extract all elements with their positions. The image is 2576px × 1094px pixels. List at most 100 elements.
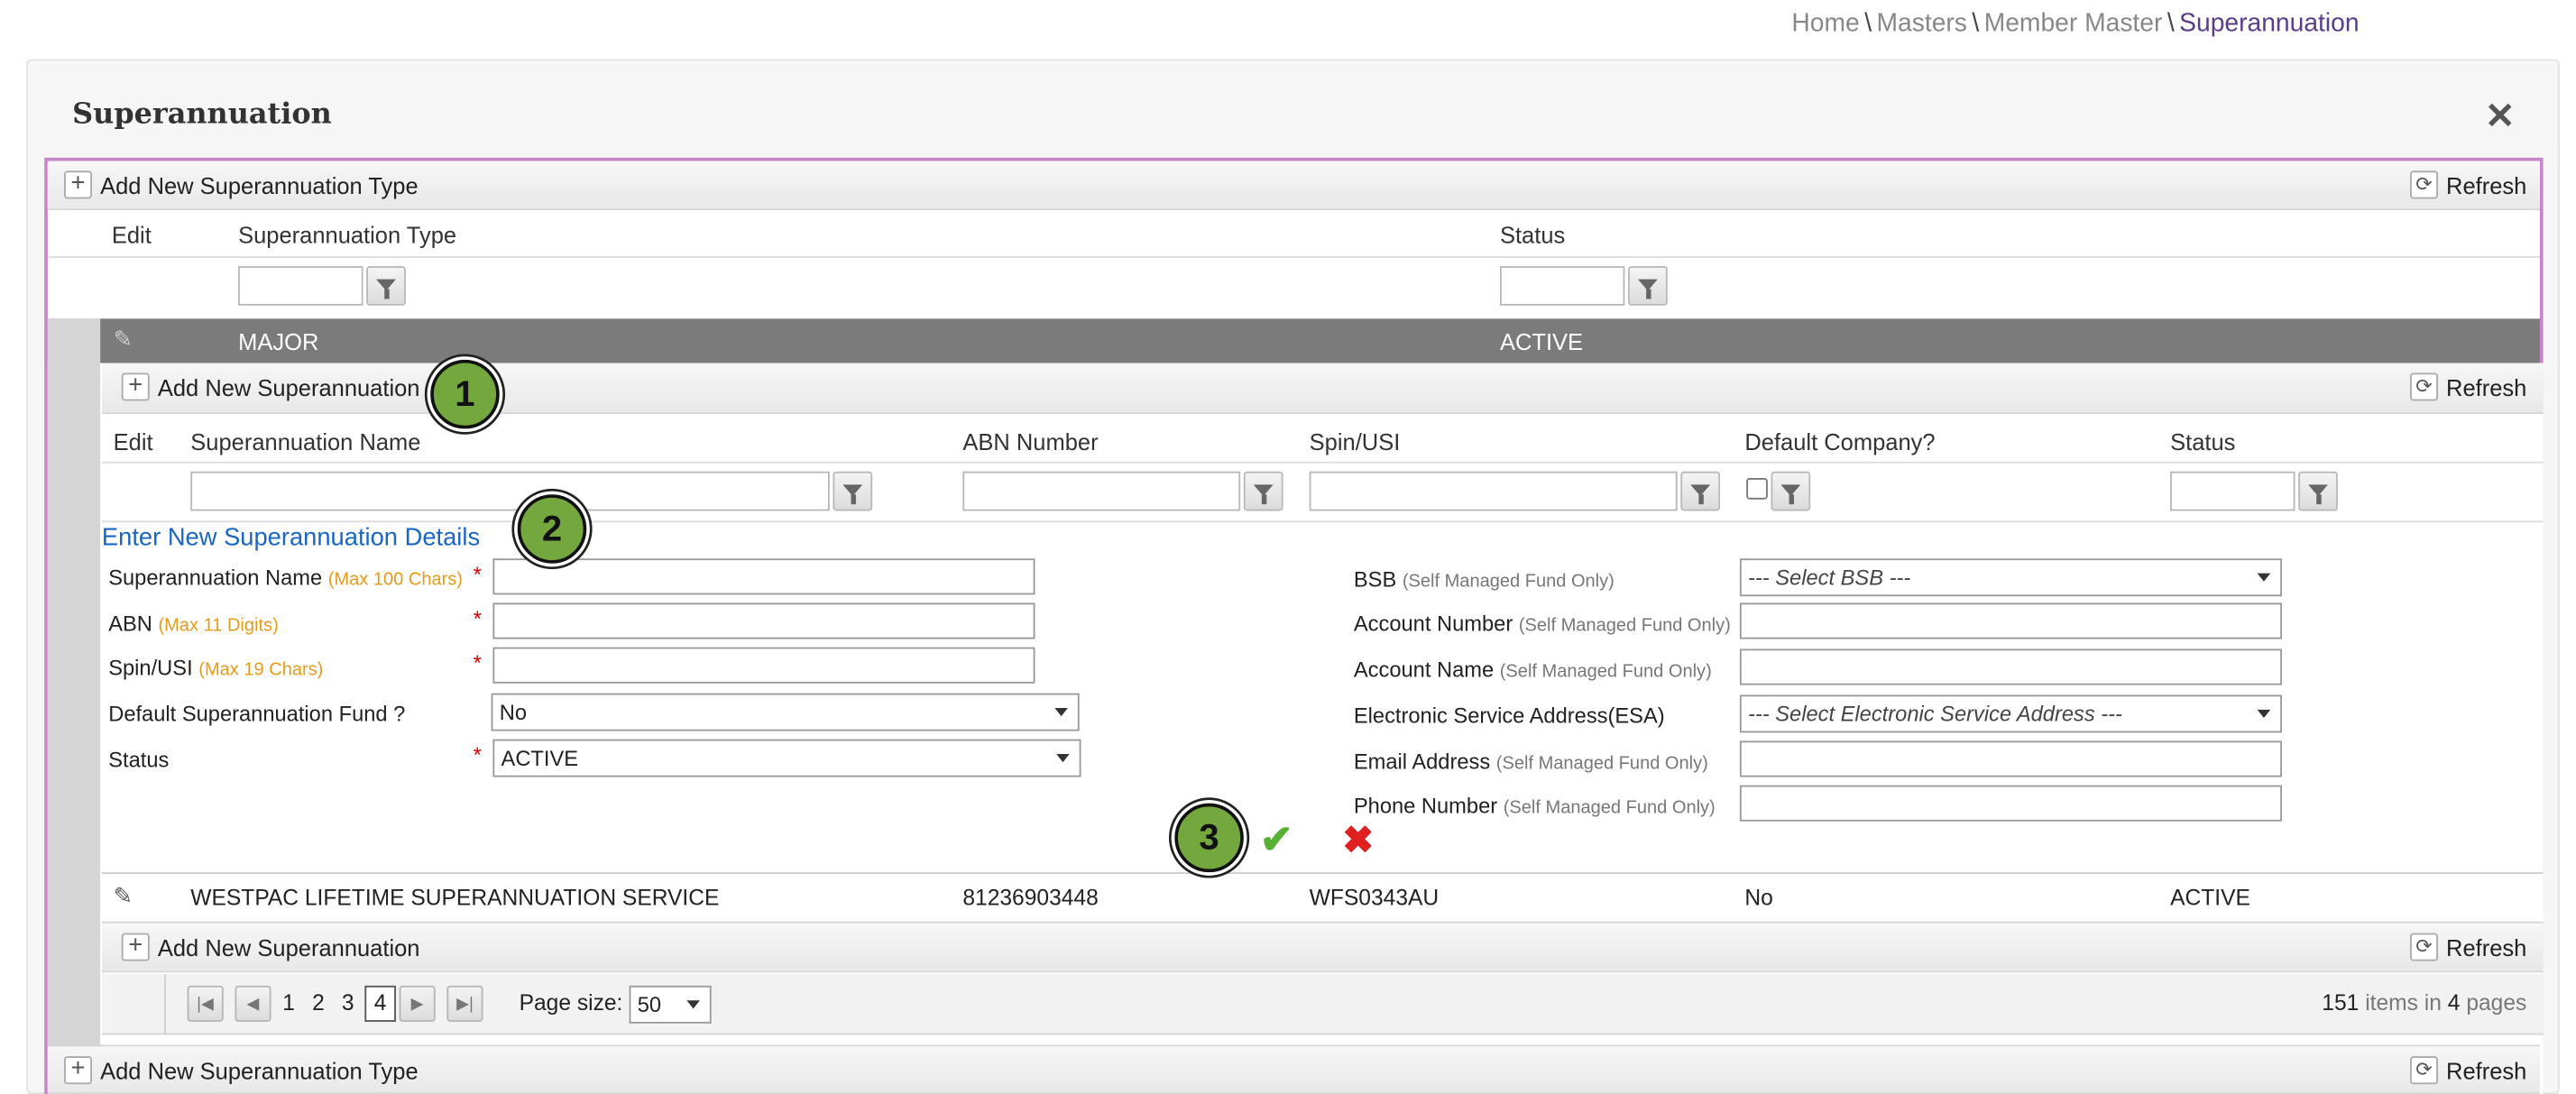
last-page-icon[interactable]: ▶|	[446, 985, 483, 1022]
label-status: Status	[108, 747, 170, 773]
add-superannuation-type-button-bottom[interactable]: + Add New Superannuation Type	[64, 1056, 419, 1085]
breadcrumb-separator: \	[1864, 9, 1872, 38]
label-text: Phone Number	[1353, 793, 1498, 819]
row-name: WESTPAC LIFETIME SUPERANNUATION SERVICE	[190, 885, 720, 911]
add-superannuation-label: Add New Superannuation	[157, 373, 420, 400]
label-account-name: Account Name (Self Managed Fund Only)	[1354, 657, 1712, 682]
items-count: 151	[2322, 990, 2360, 1016]
required-marker: *	[473, 606, 482, 631]
phone-input[interactable]	[1739, 785, 2282, 822]
filter-abn-button[interactable]	[1243, 471, 1283, 511]
label-hint: (Self Managed Fund Only)	[1495, 754, 1708, 774]
filter-spin-button[interactable]	[1680, 471, 1721, 511]
type-grid-toolbar: + Add New Superannuation Type ⟳ Refresh	[47, 161, 2540, 211]
next-page-icon[interactable]: ▶	[399, 985, 436, 1022]
page-link-1[interactable]: 1	[282, 990, 295, 1015]
label-text: Email Address	[1353, 749, 1491, 774]
col-header-default-company[interactable]: Default Company?	[1744, 428, 1935, 455]
breadcrumb-home[interactable]: Home	[1791, 10, 1859, 38]
label-hint: (Self Managed Fund Only)	[1503, 798, 1716, 819]
close-icon[interactable]: ✕	[2485, 96, 2516, 138]
breadcrumb-separator: \	[2167, 9, 2175, 38]
filter-type-button[interactable]	[366, 266, 406, 306]
refresh-label: Refresh	[2446, 171, 2527, 198]
email-input[interactable]	[1739, 740, 2282, 777]
first-page-icon[interactable]: |◀	[187, 985, 224, 1022]
refresh-superannuation-button-bottom[interactable]: ⟳ Refresh	[2409, 933, 2527, 961]
filter-status-button[interactable]	[1628, 266, 1668, 306]
breadcrumb-masters[interactable]: Masters	[1877, 10, 1967, 38]
default-fund-select[interactable]: No	[491, 693, 1080, 731]
filter-name-input[interactable]	[190, 471, 830, 511]
page-current: 4	[364, 985, 396, 1022]
save-check-icon[interactable]: ✔	[1260, 816, 1293, 864]
refresh-types-button-bottom[interactable]: ⟳ Refresh	[2409, 1056, 2526, 1085]
filter-default-checkbox[interactable]	[1746, 478, 1768, 500]
refresh-superannuation-button[interactable]: ⟳ Refresh	[2409, 372, 2526, 401]
col-header-superannuation-type[interactable]: Superannuation Type	[238, 222, 456, 248]
superannuation-bottom-toolbar: + Add New Superannuation ⟳ Refresh	[101, 921, 2544, 973]
pager-divider	[164, 974, 166, 1035]
plus-icon: +	[64, 170, 93, 199]
esa-select[interactable]: --- Select Electronic Service Address --…	[1739, 694, 2282, 733]
summary-text: items in	[2365, 990, 2442, 1016]
plus-icon: +	[121, 933, 150, 961]
filter-status-input[interactable]	[2170, 471, 2295, 511]
superannuation-name-input[interactable]	[492, 558, 1035, 595]
superannuation-type-grid: + Add New Superannuation Type ⟳ Refresh …	[44, 157, 2544, 1094]
filter-name-button[interactable]	[833, 471, 873, 511]
label-text: Spin/USI	[108, 655, 193, 681]
filter-spin-input[interactable]	[1309, 471, 1678, 511]
filter-status-button[interactable]	[2298, 471, 2338, 511]
status-select[interactable]: ACTIVE	[492, 739, 1081, 777]
chevron-down-icon	[1054, 708, 1068, 717]
account-number-input[interactable]	[1739, 602, 2282, 639]
divider	[101, 872, 2544, 875]
page-link-3[interactable]: 3	[342, 990, 354, 1015]
filter-type-input[interactable]	[238, 266, 363, 306]
edit-pencil-icon[interactable]: ✎	[114, 326, 133, 354]
type-row-major[interactable]: ⌄ ✎ MAJOR ACTIVE	[47, 318, 2540, 363]
page-link-2[interactable]: 2	[312, 990, 325, 1015]
spin-usi-input[interactable]	[492, 647, 1035, 684]
filter-icon	[1690, 483, 1711, 504]
divider	[101, 461, 2544, 464]
type-cell: MAJOR	[238, 328, 319, 355]
select-value: 50	[637, 992, 662, 1017]
label-default-fund: Default Superannuation Fund ?	[108, 701, 406, 727]
required-marker: *	[473, 742, 482, 768]
filter-status-input[interactable]	[1499, 266, 1625, 306]
annotation-badge-1: 1	[430, 359, 500, 429]
type-grid-bottom-toolbar: + Add New Superannuation Type ⟳ Refresh	[47, 1044, 2540, 1094]
account-name-input[interactable]	[1739, 648, 2282, 685]
annotation-badge-3: 3	[1174, 803, 1244, 873]
abn-input[interactable]	[492, 602, 1035, 639]
filter-default-button[interactable]	[1771, 471, 1811, 511]
edit-pencil-icon[interactable]: ✎	[114, 882, 133, 910]
label-hint: (Max 100 Chars)	[327, 570, 463, 590]
select-placeholder: --- Select Electronic Service Address --…	[1748, 701, 2122, 727]
add-superannuation-label: Add New Superannuation	[157, 933, 420, 961]
refresh-types-button[interactable]: ⟳ Refresh	[2409, 170, 2527, 199]
col-header-status[interactable]: Status	[2170, 428, 2235, 455]
label-text: Account Number	[1353, 611, 1513, 636]
add-superannuation-button-bottom[interactable]: + Add New Superannuation	[121, 933, 420, 961]
refresh-label: Refresh	[2446, 933, 2527, 961]
breadcrumb-member-master[interactable]: Member Master	[1984, 10, 2163, 38]
filter-icon	[1780, 483, 1801, 504]
label-hint: (Self Managed Fund Only)	[1518, 616, 1731, 636]
col-header-superannuation-name[interactable]: Superannuation Name	[190, 428, 420, 455]
page-size-select[interactable]: 50	[629, 985, 712, 1024]
add-superannuation-type-button[interactable]: + Add New Superannuation Type	[64, 170, 419, 199]
filter-icon	[842, 483, 863, 504]
prev-page-icon[interactable]: ◀	[235, 985, 271, 1022]
label-esa: Electronic Service Address(ESA)	[1353, 703, 1665, 728]
col-header-abn-number[interactable]: ABN Number	[962, 428, 1098, 455]
filter-abn-input[interactable]	[962, 471, 1241, 511]
bsb-select[interactable]: --- Select BSB ---	[1739, 558, 2282, 597]
col-header-status[interactable]: Status	[1500, 222, 1565, 248]
page-size-label: Page size:	[519, 990, 623, 1016]
cancel-x-icon[interactable]: ✖	[1342, 818, 1374, 862]
add-superannuation-button[interactable]: + Add New Superannuation	[121, 372, 420, 401]
col-header-spin-usi[interactable]: Spin/USI	[1310, 428, 1401, 455]
